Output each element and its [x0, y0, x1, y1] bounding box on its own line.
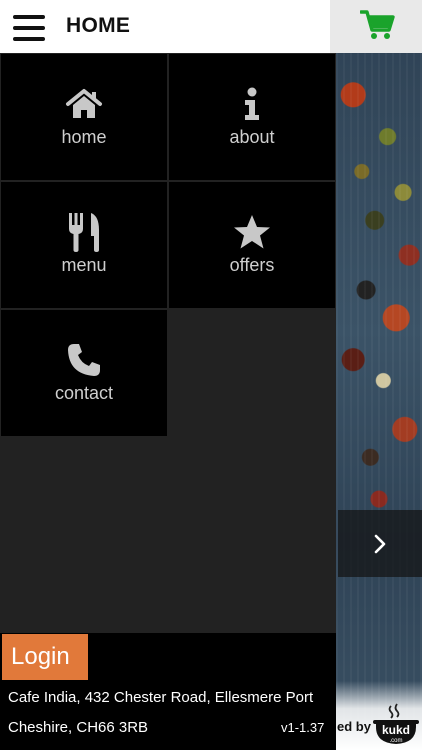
slider-next-button[interactable]	[338, 510, 422, 577]
star-icon	[234, 215, 270, 249]
svg-text:.com: .com	[389, 738, 402, 744]
house-icon	[66, 89, 102, 118]
top-bar: HOME	[0, 0, 422, 53]
powered-by-badge[interactable]: ed by kukd .com	[336, 681, 422, 750]
app-version: v1-1.37	[281, 720, 325, 735]
hamburger-menu-icon[interactable]	[13, 15, 45, 41]
menu-tile-home[interactable]: home	[1, 54, 167, 180]
shopping-cart-icon	[360, 10, 395, 39]
menu-tile-offers[interactable]: offers	[169, 182, 335, 308]
page-title: HOME	[66, 14, 131, 37]
powered-by-text: ed by	[337, 719, 371, 734]
fork-knife-icon	[69, 213, 99, 252]
login-button[interactable]: Login	[2, 634, 88, 680]
side-menu: home about menu offers contact	[0, 53, 336, 633]
phone-icon	[68, 344, 100, 376]
svg-text:kukd: kukd	[382, 723, 410, 737]
app-screen: HOME home about menu offers contact Logi…	[0, 0, 422, 750]
menu-tile-menu[interactable]: menu	[1, 182, 167, 308]
menu-tile-about[interactable]: about	[169, 54, 335, 180]
address-line-1: Cafe India, 432 Chester Road, Ellesmere …	[8, 689, 314, 706]
menu-tile-label: home	[61, 127, 107, 147]
menu-tile-contact[interactable]: contact	[1, 310, 167, 436]
menu-tile-label: offers	[229, 255, 275, 275]
cart-button[interactable]	[330, 0, 422, 53]
kukd-logo: kukd .com	[373, 703, 419, 744]
menu-tile-label: menu	[61, 255, 107, 275]
menu-tile-label: contact	[54, 383, 114, 403]
info-icon	[245, 87, 259, 120]
menu-tile-label: about	[229, 127, 275, 147]
address-line-2: Cheshire, CH66 3RB	[8, 719, 149, 736]
food-background-image	[336, 53, 422, 750]
chevron-right-icon	[374, 534, 386, 553]
